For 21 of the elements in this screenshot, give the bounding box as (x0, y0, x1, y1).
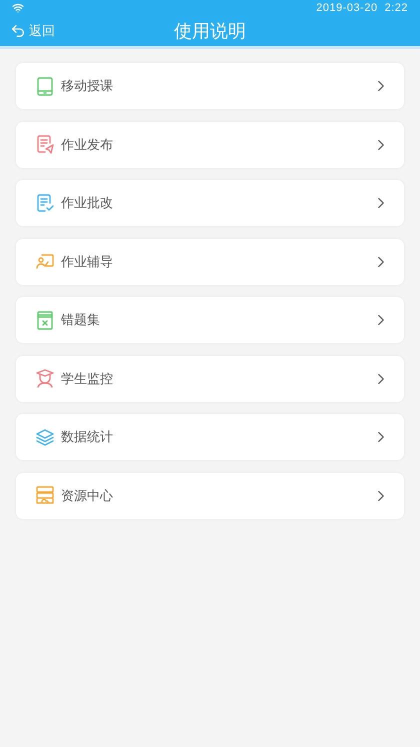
menu-item[interactable]: 资源中心 (16, 472, 404, 518)
menu-item-label: 资源中心 (61, 486, 114, 505)
menu-item[interactable]: 错题集 (16, 297, 404, 343)
menu-item-label: 数据统计 (61, 428, 114, 446)
menu-item[interactable]: 作业辅导 (16, 238, 404, 284)
menu-item-label: 作业发布 (61, 136, 114, 154)
status-date: 2019-03-20 (316, 0, 378, 16)
menu-item[interactable]: 移动授课 (16, 63, 404, 109)
menu-item-label: 移动授课 (61, 77, 114, 96)
status-time: 2:22 (384, 0, 408, 16)
page-title: 使用说明 (174, 20, 246, 42)
menu-item[interactable]: 作业批改 (16, 180, 404, 226)
menu-item-label: 学生监控 (61, 370, 114, 388)
menu-item-label: 作业批改 (61, 194, 114, 212)
menu-item-label: 作业辅导 (61, 252, 114, 271)
menu-item[interactable]: 作业发布 (16, 122, 404, 168)
menu-item-label: 错题集 (61, 311, 101, 330)
menu-item[interactable]: 学生监控 (16, 356, 404, 402)
wifi-icon (12, 2, 24, 14)
back-arrow-icon (10, 23, 26, 39)
menu-item[interactable]: 数据统计 (16, 414, 404, 460)
